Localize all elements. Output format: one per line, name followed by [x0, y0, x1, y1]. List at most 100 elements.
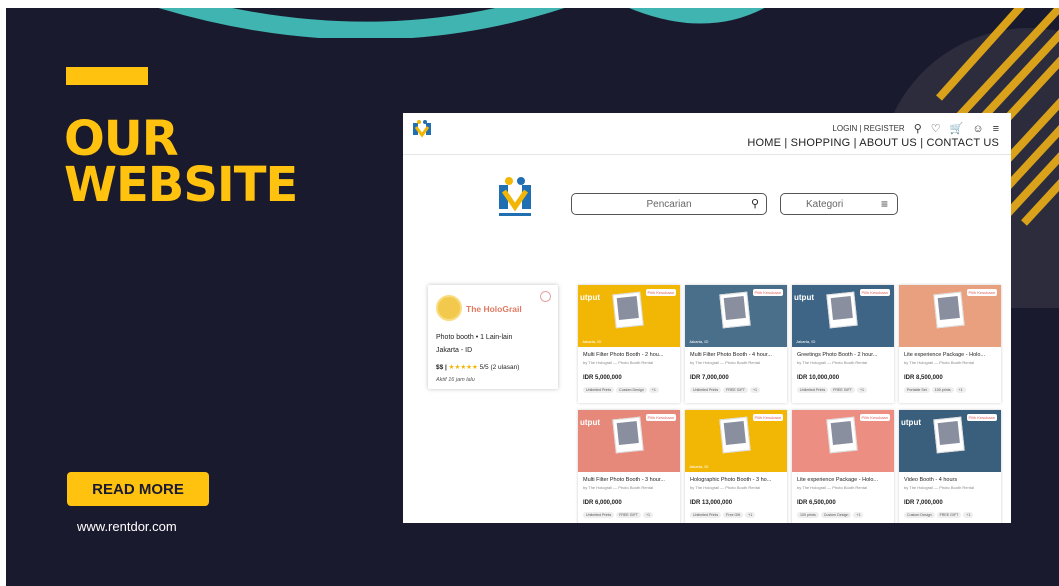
product-image[interactable]: utput Pilih Kesukaan Jakarta, ID: [578, 285, 680, 347]
product-image[interactable]: Pilih Kesukaan Jakarta, ID: [685, 285, 787, 347]
product-image-text: utput: [794, 293, 814, 302]
product-chips: Custom Design FREE GIFT +1: [904, 512, 974, 518]
feature-chip: Unlimited Prints: [690, 387, 722, 393]
photo-frame: [612, 416, 644, 454]
wishlist-tag[interactable]: Pilih Kesukaan: [752, 414, 783, 421]
wishlist-tag[interactable]: Pilih Kesukaan: [752, 289, 783, 296]
website-screenshot: LOGIN | REGISTER ⚲ ♡ 🛒 ☺ ≡ HOME | SHOPPI…: [403, 113, 1011, 523]
feature-chip: Custom Design: [904, 512, 935, 518]
photo-frame: [719, 291, 751, 329]
product-image[interactable]: Pilih Kesukaan: [899, 285, 1001, 347]
vendor-rating: $$ | ★★★★★ 5/5 (2 ulasan): [436, 363, 519, 371]
product-card[interactable]: utput Pilih Kesukaan Multi Filter Photo Bo…: [578, 410, 680, 523]
search-input[interactable]: Pencarian ⚲: [571, 193, 767, 215]
feature-chip: FREE GIFT: [830, 387, 855, 393]
report-flag-icon[interactable]: [540, 291, 551, 302]
menu-icon[interactable]: ≡: [993, 123, 999, 135]
product-location: Jakarta, ID: [689, 464, 709, 469]
vendor-card[interactable]: The HoloGrail Photo booth • 1 Lain-lain …: [428, 285, 558, 389]
feature-chip: 100 prints: [931, 387, 954, 393]
product-image[interactable]: Pilih Kesukaan Jakarta, ID: [685, 410, 787, 472]
feature-chip: FREE GIFT: [616, 512, 641, 518]
headline: OUR WEBSITE: [64, 111, 298, 213]
photo: [616, 296, 639, 320]
product-image-text: utput: [580, 293, 600, 302]
heart-icon[interactable]: ♡: [931, 122, 941, 135]
photo-frame: [933, 416, 965, 454]
star-rating-icon: ★★★★★: [448, 364, 478, 371]
headline-line-2: WEBSITE: [64, 157, 298, 213]
product-title[interactable]: Lite experience Package - Holo...: [904, 352, 998, 358]
product-vendor: by The Holograil — Photo Booth Rental: [690, 485, 760, 490]
product-image-text: utput: [580, 418, 600, 427]
product-card[interactable]: utput Pilih Kesukaan Jakarta, ID Greetings …: [792, 285, 894, 403]
search-placeholder: Pencarian: [646, 198, 692, 210]
product-title[interactable]: Greetings Photo Booth - 2 hour...: [797, 352, 891, 358]
wishlist-tag[interactable]: Pilih Kesukaan: [645, 289, 676, 296]
product-price: IDR 13,000,000: [690, 500, 733, 506]
product-chips: Unlimited Prints FREE GIFT +1: [583, 512, 654, 518]
rentdor-logo-icon[interactable]: [412, 119, 432, 141]
vendor-location: Jakarta - ID: [436, 347, 473, 354]
product-card[interactable]: Pilih Kesukaan Jakarta, ID Multi Filter Ph…: [685, 285, 787, 403]
read-more-button[interactable]: READ MORE: [67, 472, 209, 506]
website-top-row: LOGIN | REGISTER ⚲ ♡ 🛒 ☺ ≡: [832, 122, 999, 136]
feature-chip: Unlimited Prints: [583, 512, 615, 518]
category-dropdown[interactable]: Kategori ≡: [780, 193, 898, 215]
user-icon[interactable]: ☺: [972, 123, 983, 135]
product-vendor: by The Holograil — Photo Booth Rental: [904, 360, 974, 365]
rentdor-logo-large-icon: [499, 177, 531, 216]
product-title[interactable]: Video Booth - 4 hours: [904, 477, 998, 483]
product-image[interactable]: Pilih Kesukaan: [792, 410, 894, 472]
search-icon[interactable]: ⚲: [914, 122, 922, 135]
wishlist-tag[interactable]: Pilih Kesukaan: [645, 414, 676, 421]
product-vendor: by The Holograil — Photo Booth Rental: [797, 360, 867, 365]
cart-icon[interactable]: 🛒: [950, 122, 964, 135]
product-title[interactable]: Lite experience Package - Holo...: [797, 477, 891, 483]
search-icon[interactable]: ⚲: [751, 197, 759, 210]
product-title[interactable]: Holographic Photo Booth - 3 ho...: [690, 477, 784, 483]
product-vendor: by The Holograil — Photo Booth Rental: [690, 360, 760, 365]
product-vendor: by The Holograil — Photo Booth Rental: [904, 485, 974, 490]
vendor-name[interactable]: The HoloGrail: [466, 304, 522, 314]
photo: [830, 421, 853, 445]
website-nav[interactable]: HOME | SHOPPING | ABOUT US | CONTACT US: [747, 137, 999, 149]
product-price: IDR 5,000,000: [583, 375, 622, 381]
website-url[interactable]: www.rentdor.com: [77, 519, 177, 534]
product-title[interactable]: Multi Filter Photo Booth - 4 hour...: [690, 352, 784, 358]
product-card[interactable]: Pilih Kesukaan Lite experience Package - …: [792, 410, 894, 523]
product-card[interactable]: utput Pilih Kesukaan Jakarta, ID Multi Filt…: [578, 285, 680, 403]
product-title[interactable]: Multi Filter Photo Booth - 2 hou...: [583, 352, 677, 358]
feature-chip: +1: [642, 512, 654, 518]
wishlist-tag[interactable]: Pilih Kesukaan: [859, 414, 890, 421]
product-chips: Unlimited Prints FREE GIFT +1: [690, 387, 761, 393]
product-card[interactable]: Pilih Kesukaan Lite experience Package - …: [899, 285, 1001, 403]
wishlist-tag[interactable]: Pilih Kesukaan: [966, 289, 997, 296]
login-register-link[interactable]: LOGIN | REGISTER: [832, 124, 904, 133]
vendor-price-level: $$ |: [436, 364, 447, 371]
feature-chip: Unlimited Prints: [583, 387, 615, 393]
wishlist-tag[interactable]: Pilih Kesukaan: [966, 414, 997, 421]
photo-frame: [933, 291, 965, 329]
wishlist-tag[interactable]: Pilih Kesukaan: [859, 289, 890, 296]
product-location: Jakarta, ID: [689, 339, 709, 344]
product-card[interactable]: utput Pilih Kesukaan Video Booth - 4 hours…: [899, 410, 1001, 523]
feature-chip: +1: [745, 512, 756, 518]
product-price: IDR 6,000,000: [583, 500, 622, 506]
product-image[interactable]: utput Pilih Kesukaan: [899, 410, 1001, 472]
photo: [937, 421, 960, 445]
headline-line-1: OUR: [64, 111, 179, 167]
feature-chip: +1: [856, 387, 868, 393]
feature-chip: Portable Set: [904, 387, 930, 393]
product-card[interactable]: Pilih Kesukaan Jakarta, ID Holographic Pho…: [685, 410, 787, 523]
feature-chip: FREE GIFT: [936, 512, 962, 518]
feature-chip: +1: [963, 512, 974, 518]
product-image[interactable]: utput Pilih Kesukaan Jakarta, ID: [792, 285, 894, 347]
product-vendor: by The Holograil — Photo Booth Rental: [583, 485, 653, 490]
photo-frame: [719, 416, 751, 454]
slide: OUR WEBSITE READ MORE www.rentdor.com LO…: [6, 8, 1059, 586]
product-image[interactable]: utput Pilih Kesukaan: [578, 410, 680, 472]
product-title[interactable]: Multi Filter Photo Booth - 3 hour...: [583, 477, 677, 483]
product-price: IDR 6,500,000: [797, 500, 836, 506]
feature-chip: Free Gift: [723, 512, 744, 518]
